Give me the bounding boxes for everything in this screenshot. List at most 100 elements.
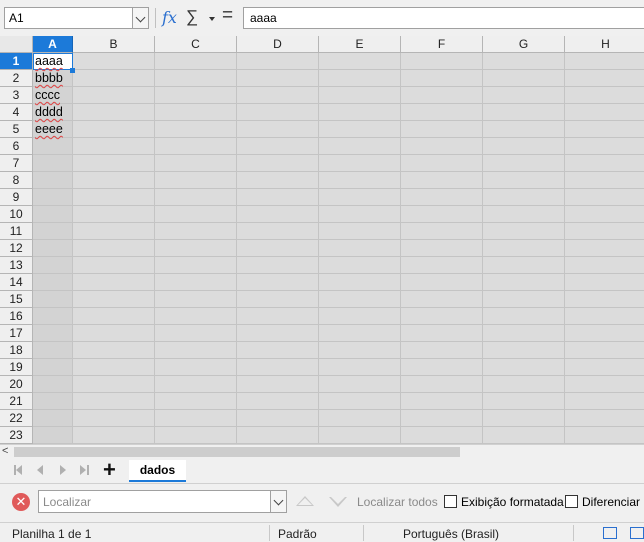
row-header-20[interactable]: 20 <box>0 376 33 393</box>
page-style-status[interactable]: Padrão <box>278 527 317 541</box>
column-header-b[interactable]: B <box>73 36 155 53</box>
row-header-1[interactable]: 1 <box>0 53 33 70</box>
row-header-13[interactable]: 13 <box>0 257 33 274</box>
sheet-tab-dados[interactable]: dados <box>129 460 186 482</box>
find-placeholder: Localizar <box>43 495 92 509</box>
name-box-dropdown-button[interactable] <box>132 8 148 28</box>
row-gridline <box>33 290 644 291</box>
status-separator <box>269 525 270 541</box>
row-header-2[interactable]: 2 <box>0 70 33 87</box>
row-header-15[interactable]: 15 <box>0 291 33 308</box>
column-header-f[interactable]: F <box>401 36 483 53</box>
row-gridline <box>33 120 644 121</box>
row-header-4[interactable]: 4 <box>0 104 33 121</box>
calc-window: A1 fx ∑ = aaaa A B C D E F G H 1 2 3 4 5 6 7 8 9 10 11 12 13… <box>0 0 644 542</box>
row-header-3[interactable]: 3 <box>0 87 33 104</box>
row-header-17[interactable]: 17 <box>0 325 33 342</box>
find-previous-icon[interactable] <box>296 496 314 506</box>
row-gridline <box>33 69 644 70</box>
sheet-position-status: Planilha 1 de 1 <box>12 527 92 541</box>
row-gridline <box>33 409 644 410</box>
column-header-g[interactable]: G <box>483 36 565 53</box>
chevron-down-icon <box>273 495 284 506</box>
row-header-23[interactable]: 23 <box>0 427 33 444</box>
cell-a5[interactable]: eeee <box>35 121 63 138</box>
status-separator <box>363 525 364 541</box>
find-input[interactable]: Localizar <box>38 490 287 513</box>
find-all-button[interactable]: Localizar todos <box>357 495 438 509</box>
chevron-down-icon <box>135 12 146 23</box>
cell-a3[interactable]: cccc <box>35 87 60 104</box>
column-header-e[interactable]: E <box>319 36 401 53</box>
formula-icon[interactable]: = <box>222 5 233 27</box>
selection-mode-icon[interactable] <box>603 527 617 539</box>
row-header-18[interactable]: 18 <box>0 342 33 359</box>
cell-a1[interactable]: aaaa <box>35 53 63 70</box>
column-gridline <box>72 53 73 444</box>
last-sheet-icon[interactable] <box>78 464 90 476</box>
find-next-icon[interactable] <box>329 497 347 507</box>
cell-a2[interactable]: bbbb <box>35 70 63 87</box>
spreadsheet-grid[interactable]: A B C D E F G H 1 2 3 4 5 6 7 8 9 10 11 12 13 14 15 16 17 18 19 20 2… <box>0 36 644 444</box>
horizontal-scroll-thumb[interactable] <box>14 447 460 457</box>
row-header-12[interactable]: 12 <box>0 240 33 257</box>
row-gridline <box>33 239 644 240</box>
name-box-value: A1 <box>9 11 24 25</box>
row-gridline <box>33 307 644 308</box>
row-gridline <box>33 426 644 427</box>
select-all-corner[interactable] <box>0 36 33 53</box>
first-sheet-icon[interactable] <box>13 464 25 476</box>
match-case-label: Diferenciar m <box>582 495 644 509</box>
column-header-a[interactable]: A <box>33 36 73 53</box>
formatted-display-checkbox[interactable] <box>444 495 457 508</box>
row-gridline <box>33 392 644 393</box>
column-gridline <box>318 53 319 444</box>
row-header-9[interactable]: 9 <box>0 189 33 206</box>
sum-icon[interactable]: ∑ <box>186 7 198 27</box>
column-header-h[interactable]: H <box>565 36 644 53</box>
formula-text: aaaa <box>250 11 277 25</box>
row-header-11[interactable]: 11 <box>0 223 33 240</box>
row-header-8[interactable]: 8 <box>0 172 33 189</box>
row-header-21[interactable]: 21 <box>0 393 33 410</box>
formula-input[interactable]: aaaa <box>243 7 644 29</box>
row-header-6[interactable]: 6 <box>0 138 33 155</box>
scroll-left-arrow-icon[interactable]: < <box>2 445 8 457</box>
match-case-checkbox[interactable] <box>565 495 578 508</box>
find-toolbar: ✕ Localizar Localizar todos Exibição for… <box>0 484 644 520</box>
row-header-5[interactable]: 5 <box>0 121 33 138</box>
row-header-19[interactable]: 19 <box>0 359 33 376</box>
row-header-22[interactable]: 22 <box>0 410 33 427</box>
name-box[interactable]: A1 <box>4 7 149 29</box>
row-gridline <box>33 324 644 325</box>
row-gridline <box>33 222 644 223</box>
row-gridline <box>33 171 644 172</box>
digital-signature-icon[interactable] <box>630 527 644 539</box>
function-wizard-icon[interactable]: fx <box>162 8 177 27</box>
toolbar-separator <box>155 8 156 28</box>
find-history-dropdown[interactable] <box>270 491 286 512</box>
status-separator <box>573 525 574 541</box>
horizontal-scrollbar[interactable]: < <box>0 444 644 458</box>
row-gridline <box>33 86 644 87</box>
row-gridline <box>33 205 644 206</box>
row-header-10[interactable]: 10 <box>0 206 33 223</box>
column-header-d[interactable]: D <box>237 36 319 53</box>
row-gridline <box>33 341 644 342</box>
row-header-14[interactable]: 14 <box>0 274 33 291</box>
fill-handle[interactable] <box>70 68 75 73</box>
row-gridline <box>33 188 644 189</box>
add-sheet-button[interactable]: + <box>103 459 116 481</box>
next-sheet-icon[interactable] <box>57 464 69 476</box>
formula-bar: A1 fx ∑ = aaaa <box>0 0 644 36</box>
column-header-c[interactable]: C <box>155 36 237 53</box>
sum-dropdown-icon[interactable] <box>209 17 215 21</box>
column-gridline <box>236 53 237 444</box>
previous-sheet-icon[interactable] <box>35 464 47 476</box>
status-bar: Planilha 1 de 1 Padrão Português (Brasil… <box>0 522 644 542</box>
cell-a4[interactable]: dddd <box>35 104 63 121</box>
language-status[interactable]: Português (Brasil) <box>403 527 499 541</box>
row-header-7[interactable]: 7 <box>0 155 33 172</box>
row-header-16[interactable]: 16 <box>0 308 33 325</box>
close-find-bar-icon[interactable]: ✕ <box>12 493 30 511</box>
